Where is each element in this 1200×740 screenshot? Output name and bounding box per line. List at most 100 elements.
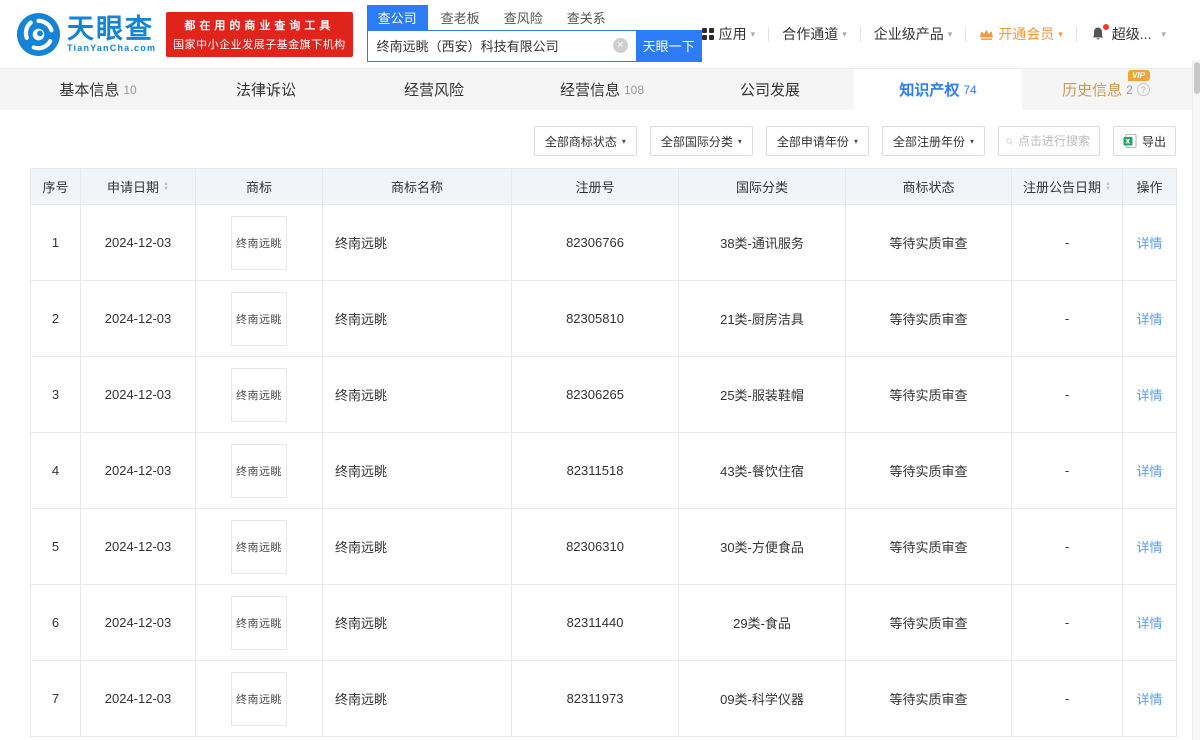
cell-intl-class: 30类-方便食品 — [678, 508, 846, 585]
tianyancha-logo[interactable]: 天眼查 TianYanCha.com — [16, 12, 156, 57]
trademark-image[interactable]: 终南远眺 — [231, 671, 287, 726]
tab-intellectual-property[interactable]: 知识产权 74 — [854, 69, 1022, 110]
cell-intl-class: 43类-餐饮住宿 — [678, 432, 846, 509]
cell-apply-date: 2024-12-03 — [80, 356, 196, 433]
chevron-down-icon: ▾ — [737, 136, 742, 146]
filter-trademark-status[interactable]: 全部商标状态 ▾ — [533, 126, 637, 156]
col-pub-date[interactable]: 注册公告日期 ▲ ▼ — [1011, 168, 1123, 205]
search-icon — [1006, 137, 1013, 145]
promo-line1: 都在用的商业查询工具 — [184, 19, 335, 32]
trademark-image[interactable]: 终南远眺 — [231, 215, 287, 270]
clear-icon[interactable]: × — [612, 37, 628, 53]
search-tabs: 查公司 查老板 查风险 查关系 — [366, 4, 702, 30]
export-button[interactable]: 导出 — [1112, 126, 1176, 156]
detail-link[interactable]: 详情 — [1136, 236, 1162, 251]
tab-operation-info[interactable]: 经营信息 108 — [518, 69, 686, 110]
detail-link[interactable]: 详情 — [1136, 692, 1162, 707]
menu-open-membership[interactable]: 开通会员 ▾ — [979, 24, 1063, 44]
sort-icon[interactable]: ▲ ▼ — [163, 181, 169, 192]
detail-link[interactable]: 详情 — [1136, 464, 1162, 479]
menu-notifications[interactable] — [1090, 24, 1112, 42]
search-tab-relation[interactable]: 查关系 — [567, 5, 606, 30]
cell-intl-class: 25类-服装鞋帽 — [678, 356, 846, 433]
tab-history-info[interactable]: VIP 历史信息 2 ? — [1022, 69, 1190, 110]
col-trademark-name: 商标名称 — [322, 168, 512, 205]
table-row: 7 2024-12-03 终南远眺 终南远眺 82311973 09类-科学仪器… — [30, 660, 1177, 737]
menu-membership-label: 开通会员 — [998, 26, 1055, 42]
cell-intl-class: 09类-科学仪器 — [678, 660, 846, 737]
cell-status: 等待实质审查 — [845, 660, 1012, 737]
menu-cooperation-label: 合作通道 — [782, 26, 839, 42]
col-apply-date[interactable]: 申请日期 ▲ ▼ — [80, 168, 196, 205]
cell-trademark-name: 终南远眺 — [322, 204, 512, 281]
cell-trademark: 终南远眺 — [195, 204, 323, 281]
trademark-image[interactable]: 终南远眺 — [231, 519, 287, 574]
cell-status: 等待实质审查 — [845, 432, 1012, 509]
trademark-image[interactable]: 终南远眺 — [231, 291, 287, 346]
vip-badge: VIP — [1128, 70, 1150, 81]
sort-icon[interactable]: ▲ ▼ — [1105, 181, 1111, 192]
menu-apps-label: 应用 — [718, 26, 747, 42]
menu-apps[interactable]: 应用 ▾ — [701, 24, 756, 44]
cell-apply-date: 2024-12-03 — [80, 432, 196, 509]
tab-operation-risk[interactable]: 经营风险 — [350, 69, 518, 110]
divider — [768, 26, 770, 42]
table-row: 5 2024-12-03 终南远眺 终南远眺 82306310 30类-方便食品… — [30, 508, 1177, 585]
cell-action: 详情 — [1122, 584, 1177, 661]
cell-action: 详情 — [1122, 508, 1177, 585]
chevron-down-icon: ▾ — [969, 136, 974, 146]
trademark-image[interactable]: 终南远眺 — [231, 367, 287, 422]
notification-dot — [1102, 24, 1109, 30]
cell-trademark: 终南远眺 — [195, 280, 323, 357]
company-search-input[interactable] — [366, 29, 636, 62]
cell-reg-number: 82311440 — [511, 584, 679, 661]
help-icon[interactable]: ? — [1136, 83, 1150, 96]
cell-trademark: 终南远眺 — [195, 508, 323, 585]
brand-domain: TianYanCha.com — [67, 43, 157, 53]
chevron-down-icon: ▾ — [1058, 28, 1063, 39]
trademark-image[interactable]: 终南远眺 — [231, 595, 287, 650]
filter-intl-class[interactable]: 全部国际分类 ▾ — [649, 126, 753, 156]
crown-icon — [979, 28, 994, 41]
cell-apply-date: 2024-12-03 — [80, 280, 196, 357]
cell-status: 等待实质审查 — [845, 204, 1012, 281]
menu-cooperation[interactable]: 合作通道 ▾ — [782, 24, 847, 44]
menu-enterprise-products[interactable]: 企业级产品 ▾ — [874, 24, 953, 44]
tab-basic-info[interactable]: 基本信息 10 — [14, 69, 182, 110]
cell-trademark-name: 终南远眺 — [322, 584, 512, 661]
trademark-table: 序号 申请日期 ▲ ▼ 商标 商标名称 注册号 国际分类 商标状态 注册公告日期… — [30, 168, 1200, 737]
cell-serial: 6 — [30, 584, 81, 661]
search-tab-boss[interactable]: 查老板 — [441, 5, 480, 30]
detail-link[interactable]: 详情 — [1136, 312, 1162, 327]
cell-reg-number: 82311518 — [511, 432, 679, 509]
cell-trademark-name: 终南远眺 — [322, 356, 512, 433]
search-tab-company[interactable]: 查公司 — [366, 4, 428, 30]
scrollbar-thumb[interactable] — [1194, 62, 1200, 94]
search-button[interactable]: 天眼一下 — [635, 29, 702, 62]
cell-action: 详情 — [1122, 204, 1177, 281]
tab-legal-litigation[interactable]: 法律诉讼 — [182, 69, 350, 110]
tab-company-development[interactable]: 公司发展 — [686, 69, 854, 110]
detail-link[interactable]: 详情 — [1136, 388, 1162, 403]
promo-line2: 国家中小企业发展子基金旗下机构 — [173, 38, 346, 51]
chevron-down-icon: ▾ — [750, 28, 756, 39]
divider — [965, 26, 967, 42]
trademark-image[interactable]: 终南远眺 — [231, 443, 287, 498]
detail-link[interactable]: 详情 — [1136, 616, 1162, 631]
filter-register-year[interactable]: 全部注册年份 ▾ — [881, 126, 985, 156]
table-search-input[interactable] — [1017, 134, 1092, 148]
bell-icon — [1090, 24, 1109, 42]
menu-super-vip[interactable]: 超级... ▾ — [1112, 24, 1166, 44]
filter-apply-year[interactable]: 全部申请年份 ▾ — [765, 126, 869, 156]
search-tab-risk[interactable]: 查风险 — [504, 5, 543, 30]
table-row: 3 2024-12-03 终南远眺 终南远眺 82306265 25类-服装鞋帽… — [30, 356, 1177, 433]
chevron-down-icon: ▾ — [621, 136, 626, 146]
col-serial: 序号 — [30, 168, 81, 205]
section-nav: 基本信息 10 法律诉讼 经营风险 经营信息 108 公司发展 知识产权 74 … — [0, 69, 1200, 110]
menu-enterprise-label: 企业级产品 — [873, 26, 944, 42]
detail-link[interactable]: 详情 — [1136, 540, 1162, 555]
cell-serial: 7 — [30, 660, 81, 737]
table-search-box[interactable] — [997, 126, 1100, 156]
cell-trademark: 终南远眺 — [195, 660, 323, 737]
cell-trademark-name: 终南远眺 — [322, 508, 512, 585]
